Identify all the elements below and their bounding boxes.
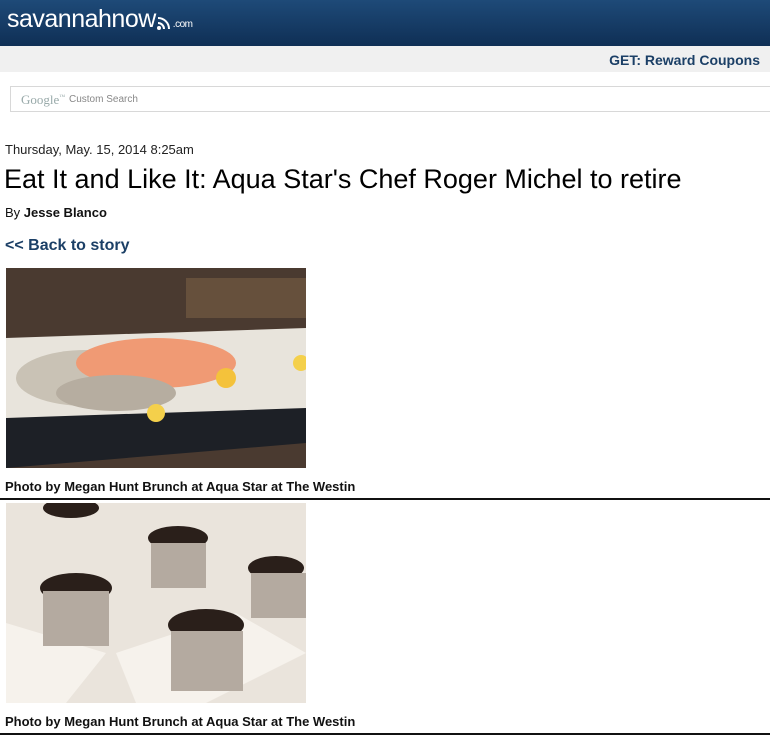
divider (0, 498, 770, 500)
divider (0, 733, 770, 735)
photo-caption: Photo by Megan Hunt Brunch at Aqua Star … (5, 714, 356, 729)
seafood-photo[interactable] (6, 268, 306, 468)
dessert-photo-icon (6, 503, 306, 703)
search-placeholder: Custom Search (69, 94, 138, 105)
promo-bar: GET: Reward Coupons (0, 46, 770, 72)
article-title: Eat It and Like It: Aqua Star's Chef Rog… (4, 164, 682, 194)
seafood-photo-icon (6, 268, 306, 468)
google-logo: Google™ (21, 92, 66, 107)
site-header: savannahnow .com (0, 0, 770, 46)
logo-suffix: .com (172, 19, 193, 30)
site-logo[interactable]: savannahnow .com (7, 5, 193, 34)
search-input[interactable]: Google™ Custom Search (10, 86, 770, 112)
article-date: Thursday, May. 15, 2014 8:25am (5, 142, 194, 157)
logo-text: savannahnow (7, 5, 156, 33)
author-name: Jesse Blanco (23, 205, 107, 220)
dessert-photo[interactable] (6, 503, 306, 703)
byline-prefix: By (5, 205, 21, 220)
reward-coupons-link[interactable]: GET: Reward Coupons (609, 52, 760, 68)
back-to-story-link[interactable]: << Back to story (5, 237, 130, 255)
wifi-icon (156, 17, 170, 30)
byline: By Jesse Blanco (5, 205, 107, 220)
photo-caption: Photo by Megan Hunt Brunch at Aqua Star … (5, 479, 356, 494)
